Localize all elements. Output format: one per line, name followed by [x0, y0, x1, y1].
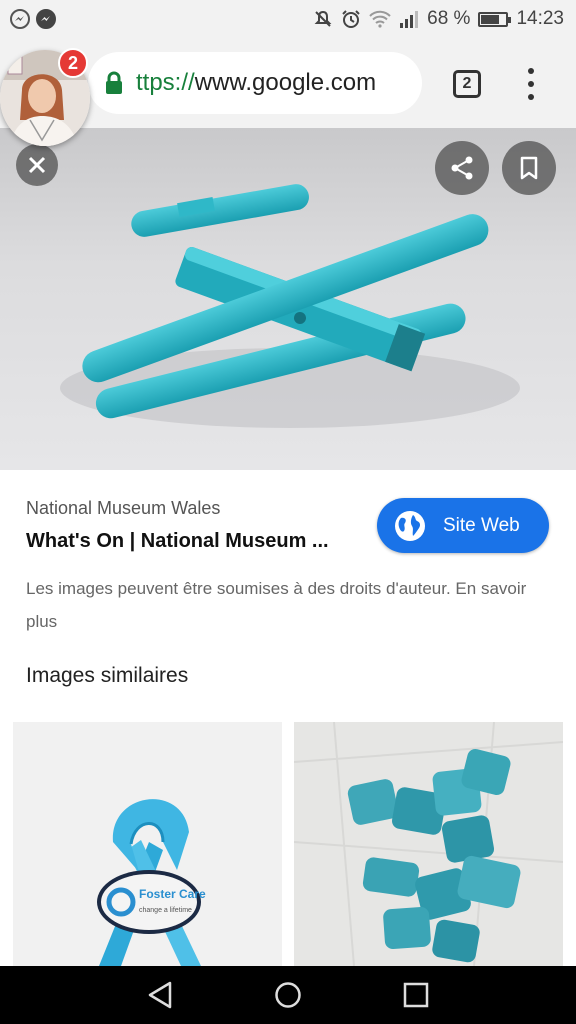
preview-image[interactable]	[0, 128, 576, 470]
notification-icons	[10, 9, 56, 29]
back-icon[interactable]	[146, 980, 174, 1010]
clock: 14:23	[516, 8, 564, 29]
signal-icon	[400, 11, 419, 28]
url-text: ttps://www.google.com	[136, 69, 376, 97]
similar-images-heading: Images similaires	[26, 664, 189, 687]
ribbon-pin-label: Foster Care	[139, 887, 206, 901]
visit-site-label: Site Web	[443, 514, 520, 536]
battery-level	[481, 14, 500, 24]
similar-image-ribbon[interactable]: Foster Care change a lifetime	[13, 722, 282, 966]
close-button[interactable]	[16, 144, 58, 186]
status-icons: 68 % 14:23	[313, 8, 564, 30]
messenger-icon	[36, 9, 56, 29]
bookmark-icon	[520, 156, 538, 180]
battery-icon	[478, 11, 512, 27]
url-host: www.google.com	[194, 69, 377, 96]
tab-switcher-button[interactable]: 2	[453, 70, 481, 98]
close-icon	[28, 156, 46, 174]
battery-percent: 68 %	[427, 8, 471, 29]
save-button[interactable]	[502, 141, 556, 195]
visit-site-button[interactable]: Site Web	[377, 498, 549, 553]
messenger-icon	[10, 9, 30, 29]
overflow-menu-button[interactable]	[524, 68, 538, 100]
lock-icon	[106, 71, 122, 94]
craft-airplane-image	[60, 184, 520, 428]
status-bar: 68 % 14:23	[0, 0, 576, 40]
share-icon	[451, 156, 473, 180]
globe-icon	[395, 510, 425, 541]
ribbon-pin-sublabel: change a lifetime	[139, 907, 192, 914]
result-title-link[interactable]: What's On | National Museum ...	[26, 530, 329, 553]
similar-image-candy[interactable]	[294, 722, 563, 966]
system-navigation-bar	[0, 966, 576, 1024]
home-icon[interactable]	[274, 980, 302, 1010]
chat-head-badge: 2	[58, 48, 88, 78]
copyright-notice[interactable]: Les images peuvent être soumises à des d…	[26, 572, 546, 638]
recents-icon[interactable]	[402, 980, 430, 1010]
source-name: National Museum Wales	[26, 498, 221, 518]
alarm-icon	[342, 10, 360, 28]
mute-icon	[314, 10, 332, 27]
wifi-icon	[369, 10, 391, 28]
share-button[interactable]	[435, 141, 489, 195]
address-bar[interactable]: ttps://www.google.com	[88, 52, 422, 114]
url-scheme: ttps://	[136, 69, 195, 96]
